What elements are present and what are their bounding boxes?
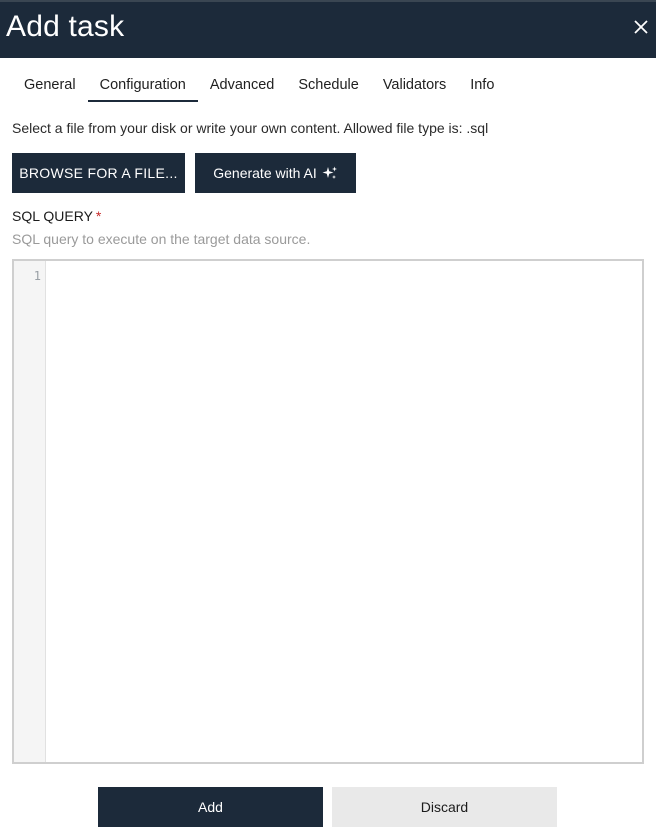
generate-with-ai-label: Generate with AI xyxy=(213,165,317,181)
required-marker: * xyxy=(95,208,102,224)
line-number: 1 xyxy=(33,269,41,283)
tab-validators[interactable]: Validators xyxy=(371,66,458,102)
line-number-gutter: 1 xyxy=(14,261,46,762)
browse-file-label: BROWSE FOR A FILE... xyxy=(19,165,178,181)
dialog-title: Add task xyxy=(6,10,125,43)
sql-query-help: SQL query to execute on the target data … xyxy=(12,231,311,247)
file-hint-text: Select a file from your disk or write yo… xyxy=(12,120,489,136)
sql-editor[interactable]: 1 xyxy=(12,259,644,764)
tab-advanced[interactable]: Advanced xyxy=(198,66,287,102)
tab-configuration[interactable]: Configuration xyxy=(87,66,199,102)
browse-file-button[interactable]: BROWSE FOR A FILE... xyxy=(12,153,185,193)
discard-button[interactable]: Discard xyxy=(332,787,557,827)
dialog-header: Add task xyxy=(0,0,656,58)
tab-general[interactable]: General xyxy=(12,66,88,102)
tab-schedule[interactable]: Schedule xyxy=(286,66,370,102)
sql-query-label: SQL QUERY * xyxy=(12,208,101,224)
close-icon[interactable] xyxy=(630,16,652,38)
tab-bar: General Configuration Advanced Schedule … xyxy=(12,66,506,102)
tab-info[interactable]: Info xyxy=(458,66,506,102)
generate-with-ai-button[interactable]: Generate with AI xyxy=(195,153,356,193)
sql-query-label-text: SQL QUERY xyxy=(12,208,93,224)
sql-code-area[interactable] xyxy=(47,261,642,762)
sparkles-icon xyxy=(322,166,338,180)
add-button[interactable]: Add xyxy=(98,787,323,827)
